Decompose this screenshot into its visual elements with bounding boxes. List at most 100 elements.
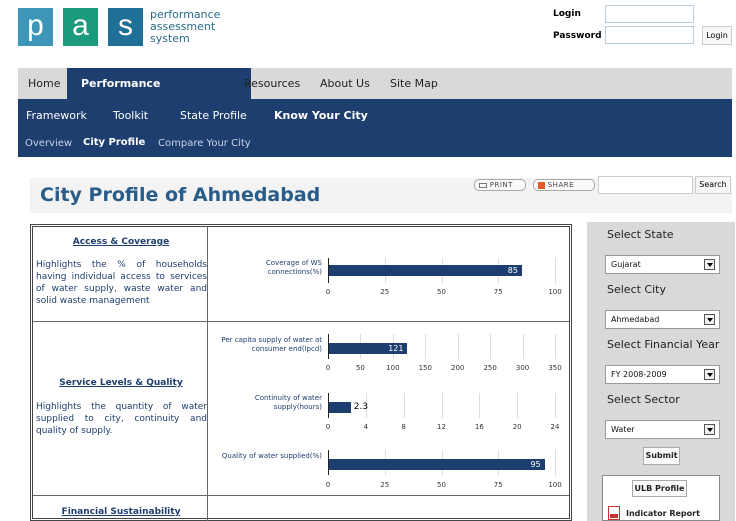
nav-know-your-city[interactable]: Know Your City [274, 109, 368, 122]
login-field[interactable] [605, 5, 694, 23]
ulb-profile-button[interactable]: ULB Profile [632, 480, 687, 497]
grid-line [425, 334, 427, 359]
grid-line [441, 393, 443, 418]
state-select[interactable]: Gujarat [605, 255, 720, 274]
pdf-icon [608, 506, 620, 520]
search-input[interactable] [598, 176, 693, 194]
grid-line [522, 334, 524, 359]
bar-category-label: Quality of water supplied(%) [221, 452, 322, 460]
nav-city-profile[interactable]: City Profile [83, 137, 145, 148]
logo-text: performance assessment system [150, 8, 221, 45]
tick-label: 100 [386, 364, 400, 372]
tick-label: 12 [437, 423, 446, 431]
sector-select[interactable]: Water [605, 420, 720, 439]
grid-line [555, 450, 556, 475]
share-button[interactable]: SHARE [533, 179, 595, 191]
data-label: 121 [388, 344, 404, 353]
chevron-down-icon [704, 259, 715, 270]
tick-label: 300 [515, 364, 530, 372]
submit-button[interactable]: Submit [643, 447, 680, 465]
password-label: Password [553, 31, 602, 41]
nav-resources[interactable]: Resources [244, 68, 300, 99]
chevron-down-icon [704, 369, 715, 380]
section-heading-financial[interactable]: Financial Sustainability [36, 507, 206, 517]
grid-line [479, 393, 481, 418]
grid-line [555, 334, 556, 359]
nav-about-us[interactable]: About Us [320, 68, 370, 99]
tick-label: 50 [437, 288, 446, 296]
data-label: 85 [507, 266, 518, 275]
section-description-access: Highlights the % of households having in… [36, 260, 207, 306]
logo-letter-s: s [108, 8, 143, 46]
tick-label: 20 [512, 423, 522, 431]
select-state-label: Select State [607, 228, 674, 241]
indicator-report-link[interactable]: Indicator Report [626, 509, 700, 518]
tick-label: 0 [325, 364, 331, 372]
nav-toolkit[interactable]: Toolkit [113, 109, 148, 122]
search-button[interactable]: Search [695, 176, 731, 194]
tick-label: 0 [325, 423, 331, 431]
select-year-label: Select Financial Year [607, 338, 720, 351]
grid-line [555, 258, 556, 283]
nav-state-profile[interactable]: State Profile [180, 109, 247, 122]
print-button[interactable]: PRINT [474, 179, 526, 191]
tick-label: 4 [363, 423, 369, 431]
nav-compare-your-city[interactable]: Compare Your City [158, 138, 251, 149]
share-icon [538, 181, 545, 189]
chevron-down-icon [704, 314, 715, 325]
tick-label: 50 [437, 481, 446, 489]
page-title: City Profile of Ahmedabad [40, 184, 321, 206]
city-select[interactable]: Ahmedabad [605, 310, 720, 329]
grid-line [555, 393, 556, 418]
grid-line [490, 334, 492, 359]
logo-letter-a: a [63, 8, 98, 46]
bar-category-label: Per capita supply of water at consumer e… [221, 336, 322, 353]
nav-performance-assessment[interactable]: Performance Assessment [67, 68, 251, 121]
nav-site-map[interactable]: Site Map [390, 68, 438, 99]
printer-icon [479, 182, 487, 188]
row-divider [33, 321, 569, 322]
tick-label: 150 [418, 364, 432, 372]
tick-label: 200 [451, 364, 465, 372]
grid-line [457, 334, 459, 359]
login-label: Login [553, 9, 581, 19]
tick-label: 0 [325, 288, 331, 296]
select-city-label: Select City [607, 283, 666, 296]
tick-label: 24 [550, 423, 560, 431]
bar-category-label: Continuity of water supply(hours) [254, 394, 322, 411]
login-button[interactable]: Login [702, 26, 732, 45]
password-field[interactable] [605, 26, 694, 44]
secondary-nav: Framework Toolkit State Profile Know You… [18, 99, 732, 157]
data-label: 95 [530, 460, 541, 469]
section-heading-access[interactable]: Access & Coverage [36, 237, 206, 247]
tick-label: 250 [483, 364, 497, 372]
nav-framework[interactable]: Framework [26, 109, 87, 122]
tick-label: 8 [401, 423, 406, 431]
row-divider [33, 495, 569, 496]
grid-line [517, 393, 519, 418]
nav-overview[interactable]: Overview [25, 138, 72, 149]
chevron-down-icon [704, 424, 715, 435]
tick-label: 25 [380, 481, 390, 489]
tick-label: 0 [325, 481, 331, 489]
year-select[interactable]: FY 2008-2009 [605, 365, 720, 384]
tick-label: 75 [493, 481, 503, 489]
nav-home[interactable]: Home [28, 68, 60, 99]
primary-nav: Home Performance Assessment Resources Ab… [18, 68, 732, 121]
data-label: 2.3 [353, 402, 369, 412]
grid-line [403, 393, 405, 418]
bar [329, 402, 351, 413]
section-description-service: Highlights the quantity of water supplie… [36, 402, 207, 436]
tick-label: 350 [548, 364, 562, 372]
tick-label: 100 [548, 288, 562, 296]
tick-label: 100 [548, 481, 562, 489]
logo-letter-p: p [18, 8, 53, 46]
select-sector-label: Select Sector [607, 393, 680, 406]
bar-category-label: Coverage of WS connections(%) [265, 259, 322, 276]
section-heading-service[interactable]: Service Levels & Quality [36, 378, 206, 388]
tick-label: 25 [380, 288, 390, 296]
tick-label: 50 [355, 364, 365, 372]
tick-label: 75 [493, 288, 503, 296]
tick-label: 16 [474, 423, 484, 431]
table-divider [207, 227, 208, 521]
